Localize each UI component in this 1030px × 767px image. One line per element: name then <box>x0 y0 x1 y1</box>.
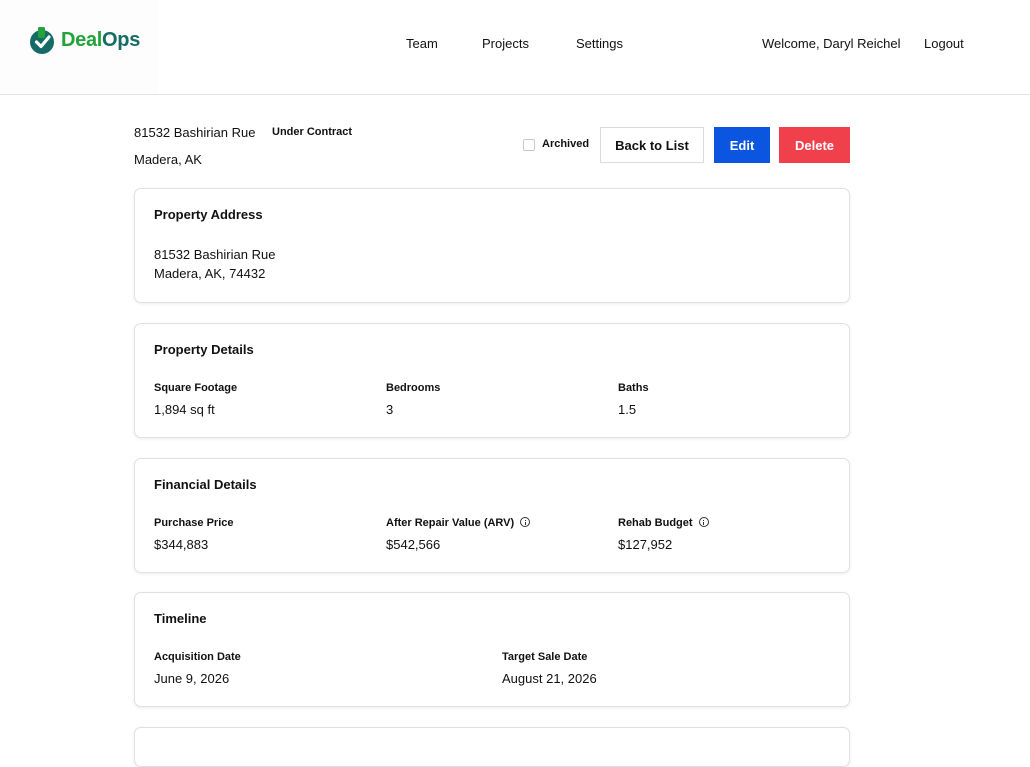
financial-details-card: Financial Details Purchase Price $344,88… <box>134 458 850 573</box>
logo-text-deal: Deal <box>61 29 103 51</box>
acquisition-date-value: June 9, 2026 <box>154 671 230 686</box>
welcome-text: Welcome, Daryl Reichel <box>762 36 901 51</box>
card-title: Timeline <box>154 611 207 626</box>
logout-link[interactable]: Logout <box>924 36 964 51</box>
purchase-price-value: $344,883 <box>154 537 209 552</box>
address-line-2: Madera, AK, 74432 <box>154 266 266 281</box>
delete-button[interactable]: Delete <box>779 127 850 163</box>
timeline-card: Timeline Acquisition Date June 9, 2026 T… <box>134 592 850 707</box>
nav-team[interactable]: Team <box>406 36 438 51</box>
archived-label[interactable]: Archived <box>542 138 589 150</box>
arv-label-group: After Repair Value (ARV) <box>386 517 531 529</box>
status-badge: Under Contract <box>272 126 353 138</box>
logo-icon <box>30 27 54 54</box>
nav-settings[interactable]: Settings <box>576 36 623 51</box>
rehab-budget-label-group: Rehab Budget <box>618 517 709 529</box>
info-icon[interactable] <box>520 517 531 527</box>
baths-value: 1.5 <box>618 402 637 417</box>
baths-label: Baths <box>618 382 649 394</box>
nav-projects[interactable]: Projects <box>482 36 529 51</box>
rehab-budget-value: $127,952 <box>618 537 673 552</box>
square-footage-label: Square Footage <box>154 382 238 394</box>
property-address-card: Property Address 81532 Bashirian Rue Mad… <box>134 188 850 303</box>
bedrooms-label: Bedrooms <box>386 382 441 394</box>
back-to-list-button[interactable]: Back to List <box>600 127 704 163</box>
logo-text-ops: Ops <box>102 29 141 51</box>
purchase-price-label: Purchase Price <box>154 517 234 529</box>
logo-wordmark: DealOps <box>61 29 140 52</box>
card-title: Property Address <box>154 207 263 222</box>
address-line-1: 81532 Bashirian Rue <box>154 247 276 262</box>
navbar: DealOps Team Projects Settings Welcome, … <box>0 0 1030 95</box>
card-title: Financial Details <box>154 477 257 492</box>
square-footage-value: 1,894 sq ft <box>154 402 215 417</box>
property-street: 81532 Bashirian Rue <box>134 125 256 140</box>
acquisition-date-label: Acquisition Date <box>154 651 241 663</box>
info-icon[interactable] <box>698 517 709 527</box>
arv-label: After Repair Value (ARV) <box>386 517 515 529</box>
edit-button[interactable]: Edit <box>714 127 770 163</box>
target-sale-date-label: Target Sale Date <box>502 651 588 663</box>
archived-checkbox[interactable] <box>523 139 535 151</box>
logo[interactable]: DealOps <box>0 0 158 94</box>
rehab-budget-label: Rehab Budget <box>618 517 693 529</box>
next-card <box>134 727 850 767</box>
arv-value: $542,566 <box>386 537 441 552</box>
property-city-state: Madera, AK <box>134 152 202 167</box>
target-sale-date-value: August 21, 2026 <box>502 671 597 686</box>
bedrooms-value: 3 <box>386 402 394 417</box>
property-details-card: Property Details Square Footage 1,894 sq… <box>134 323 850 438</box>
card-title: Property Details <box>154 342 254 357</box>
